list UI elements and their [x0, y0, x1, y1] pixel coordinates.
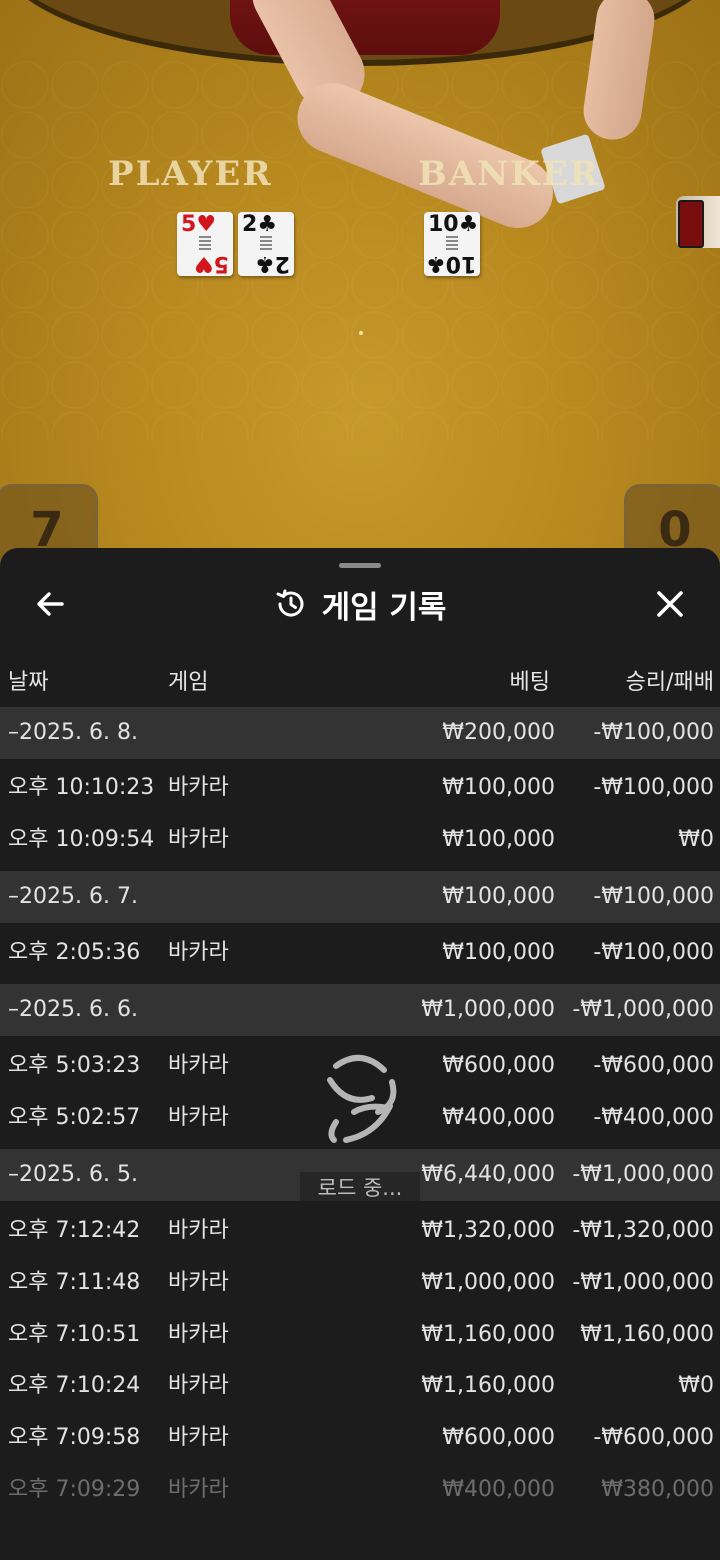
history-row[interactable]: 오후 7:10:51 바카라 ₩1,160,000 ₩1,160,000 — [0, 1309, 720, 1361]
game-cell: 바카라 — [168, 1218, 229, 1243]
result-cell: -₩1,000,000 — [572, 1270, 714, 1295]
history-row[interactable]: 오후 7:12:42 바카라 ₩1,320,000 -₩1,320,000 — [0, 1205, 720, 1257]
bet-cell: ₩400,000 — [442, 1105, 555, 1130]
arrow-left-icon — [37, 592, 64, 616]
game-cell: 바카라 — [168, 1322, 229, 1347]
result-cell: -₩1,000,000 — [572, 1162, 714, 1187]
bet-cell: ₩200,000 — [442, 720, 555, 745]
date-cell: –2025. 6. 6. — [8, 997, 138, 1022]
history-icon — [276, 589, 304, 617]
history-row[interactable]: 오후 7:09:58 바카라 ₩600,000 -₩600,000 — [0, 1412, 720, 1464]
bet-cell: ₩6,440,000 — [421, 1162, 555, 1187]
drag-handle[interactable] — [339, 563, 381, 568]
time-cell: 오후 7:09:58 — [8, 1425, 141, 1450]
game-cell: 바카라 — [168, 775, 229, 800]
result-cell: ₩0 — [678, 827, 714, 852]
live-video-area: PLAYER BANKER 5♥ 5♥ 2♣ 2♣ 10♣ 10♣ 7 0 — [0, 0, 720, 600]
game-cell: 바카라 — [168, 1477, 229, 1502]
result-cell: -₩1,320,000 — [572, 1218, 714, 1243]
history-row[interactable]: 오후 10:09:54 바카라 ₩100,000 ₩0 — [0, 814, 720, 866]
result-cell: -₩600,000 — [593, 1425, 714, 1450]
bet-cell: ₩1,000,000 — [421, 1270, 555, 1295]
game-cell: 바카라 — [168, 1270, 229, 1295]
shoe-marker — [678, 200, 704, 248]
history-row[interactable]: 오후 7:09:29 바카라 ₩400,000 ₩380,000 — [0, 1464, 720, 1516]
time-cell: 오후 10:10:23 — [8, 775, 155, 800]
game-cell: 바카라 — [168, 1373, 229, 1398]
bet-cell: ₩400,000 — [442, 1477, 555, 1502]
player-card-2: 2♣ 2♣ — [238, 212, 294, 276]
column-header-bet: 베팅 — [509, 670, 550, 695]
loading-text: 로드 중... — [300, 1172, 420, 1202]
game-cell: 바카라 — [168, 1105, 229, 1130]
loading-spinner-icon — [327, 1055, 397, 1143]
history-row[interactable]: 오후 7:10:24 바카라 ₩1,160,000 ₩0 — [0, 1360, 720, 1412]
result-cell: ₩380,000 — [601, 1477, 714, 1502]
page-title: 게임 기록 — [321, 589, 447, 626]
column-header-game: 게임 — [168, 670, 209, 695]
game-history-sheet: 게임 기록 날짜 게임 베팅 승리/패배 –2025. 6. 8. ₩200,0… — [0, 548, 720, 1560]
date-group-row[interactable]: –2025. 6. 6. ₩1,000,000 -₩1,000,000 — [0, 984, 720, 1036]
result-cell: -₩1,000,000 — [572, 997, 714, 1022]
time-cell: 오후 7:11:48 — [8, 1270, 141, 1295]
bet-cell: ₩1,320,000 — [421, 1218, 555, 1243]
close-icon — [657, 591, 683, 617]
bet-cell: ₩1,000,000 — [421, 997, 555, 1022]
time-cell: 오후 7:09:29 — [8, 1477, 141, 1502]
bet-cell: ₩600,000 — [442, 1053, 555, 1078]
table-dot — [359, 331, 363, 335]
result-cell: ₩1,160,000 — [580, 1322, 714, 1347]
result-cell: -₩100,000 — [593, 884, 714, 909]
result-cell: -₩100,000 — [593, 940, 714, 965]
time-cell: 오후 5:02:57 — [8, 1105, 141, 1130]
column-header-result: 승리/패배 — [625, 670, 714, 695]
time-cell: 오후 5:03:23 — [8, 1053, 141, 1078]
bet-cell: ₩1,160,000 — [421, 1373, 555, 1398]
date-cell: –2025. 6. 5. — [8, 1162, 138, 1187]
game-cell: 바카라 — [168, 827, 229, 852]
history-row[interactable]: 오후 7:11:48 바카라 ₩1,000,000 -₩1,000,000 — [0, 1257, 720, 1309]
bet-cell: ₩600,000 — [442, 1425, 555, 1450]
history-row[interactable]: 오후 10:10:23 바카라 ₩100,000 -₩100,000 — [0, 762, 720, 814]
banker-zone-label: BANKER — [418, 154, 600, 194]
time-cell: 오후 2:05:36 — [8, 940, 141, 965]
result-cell: -₩100,000 — [593, 775, 714, 800]
date-cell: –2025. 6. 8. — [8, 720, 138, 745]
game-cell: 바카라 — [168, 1425, 229, 1450]
date-group-row[interactable]: –2025. 6. 7. ₩100,000 -₩100,000 — [0, 871, 720, 923]
bet-cell: ₩1,160,000 — [421, 1322, 555, 1347]
time-cell: 오후 10:09:54 — [8, 827, 155, 852]
time-cell: 오후 7:12:42 — [8, 1218, 141, 1243]
sheet-header: 게임 기록 — [0, 582, 720, 626]
history-row[interactable]: 오후 2:05:36 바카라 ₩100,000 -₩100,000 — [0, 927, 720, 979]
time-cell: 오후 7:10:51 — [8, 1322, 141, 1347]
bet-cell: ₩100,000 — [442, 940, 555, 965]
bet-cell: ₩100,000 — [442, 775, 555, 800]
column-header-date: 날짜 — [8, 670, 49, 695]
bet-cell: ₩100,000 — [442, 827, 555, 852]
date-cell: –2025. 6. 7. — [8, 884, 138, 909]
result-cell: -₩400,000 — [593, 1105, 714, 1130]
bet-cell: ₩100,000 — [442, 884, 555, 909]
result-cell: ₩0 — [678, 1373, 714, 1398]
result-cell: -₩100,000 — [593, 720, 714, 745]
time-cell: 오후 7:10:24 — [8, 1373, 141, 1398]
close-button[interactable] — [650, 584, 690, 624]
banker-card-1: 10♣ 10♣ — [424, 212, 480, 276]
game-cell: 바카라 — [168, 1053, 229, 1078]
back-button[interactable] — [30, 584, 70, 624]
result-cell: -₩600,000 — [593, 1053, 714, 1078]
game-cell: 바카라 — [168, 940, 229, 965]
player-card-1: 5♥ 5♥ — [177, 212, 233, 276]
player-zone-label: PLAYER — [108, 154, 273, 194]
date-group-row[interactable]: –2025. 6. 8. ₩200,000 -₩100,000 — [0, 707, 720, 759]
